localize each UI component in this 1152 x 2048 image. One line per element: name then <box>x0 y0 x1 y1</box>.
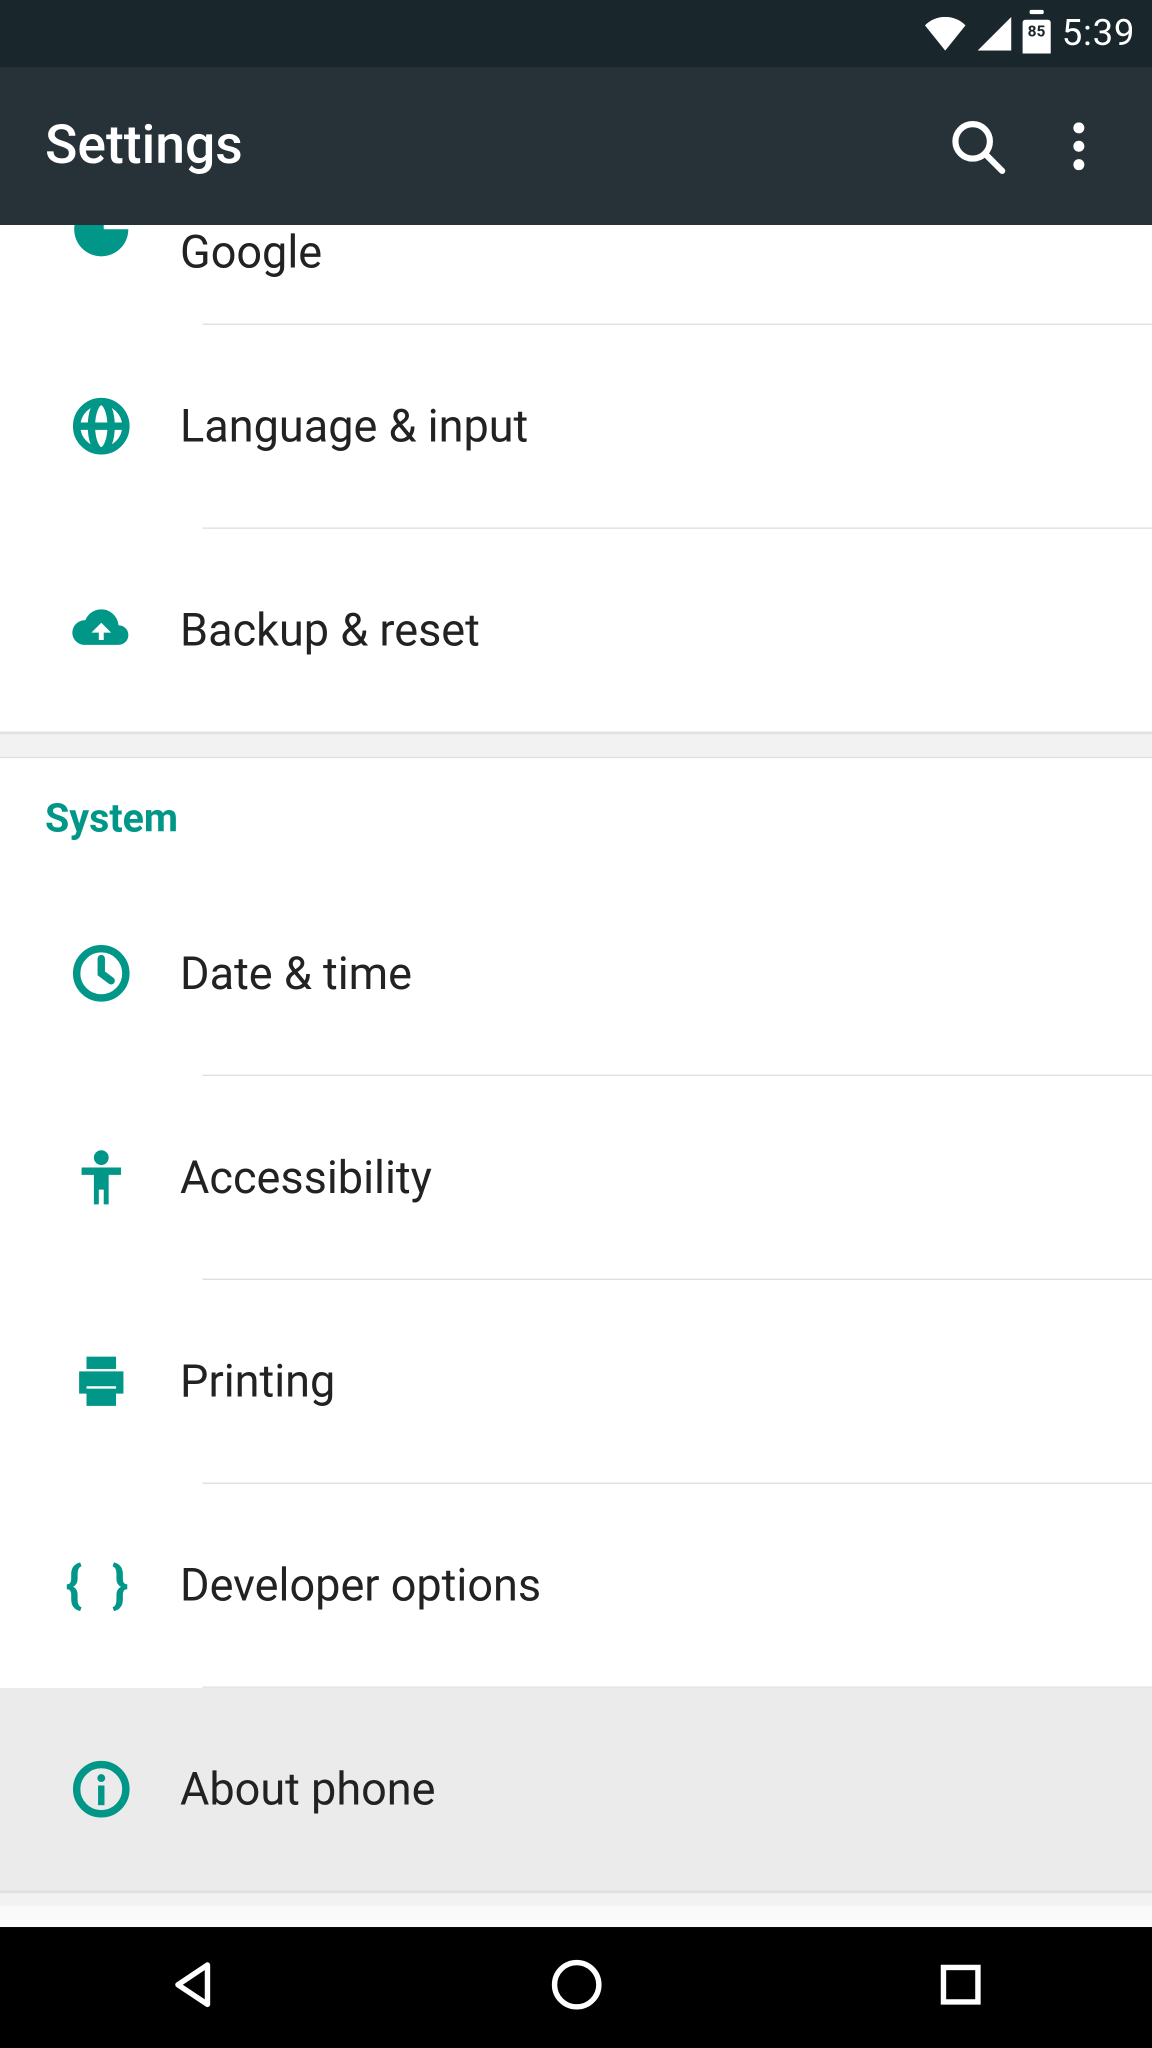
back-icon <box>162 1955 221 2014</box>
info-icon <box>72 1760 131 1819</box>
globe-icon <box>72 397 131 456</box>
row-label: Printing <box>180 1355 1152 1408</box>
status-bar: 85 5:39 <box>0 0 1152 68</box>
cellular-icon <box>977 17 1011 51</box>
home-icon <box>546 1955 605 2014</box>
row-label: Date & time <box>180 947 1152 1000</box>
row-label: Accessibility <box>180 1151 1152 1204</box>
battery-level: 85 <box>1022 23 1050 41</box>
row-backup-reset[interactable]: Backup & reset <box>0 529 1152 732</box>
row-developer-options[interactable]: { } Developer options <box>0 1484 1152 1687</box>
nav-recent[interactable] <box>930 1955 989 2020</box>
row-accessibility[interactable]: Accessibility <box>0 1076 1152 1279</box>
row-label: Language & input <box>180 399 1152 452</box>
row-date-time[interactable]: Date & time <box>0 872 1152 1075</box>
row-label: About phone <box>180 1762 1152 1815</box>
row-label: Developer options <box>180 1559 1152 1612</box>
phone-screen: 85 5:39 Settings Google <box>0 0 1152 2048</box>
clock-icon <box>72 944 131 1003</box>
recent-icon <box>930 1955 989 2014</box>
section-personal: Google Language & input Backup & reset <box>0 225 1152 733</box>
nav-back[interactable] <box>162 1955 221 2020</box>
page-title: Settings <box>23 115 927 177</box>
row-label: Backup & reset <box>180 603 1152 656</box>
wifi-icon <box>924 17 966 51</box>
row-label: Google <box>180 225 1152 278</box>
cloud-upload-icon <box>72 601 131 660</box>
settings-list[interactable]: Google Language & input Backup & reset S… <box>0 225 1152 1927</box>
search-button[interactable] <box>927 96 1028 197</box>
search-icon <box>948 117 1007 176</box>
row-about-phone[interactable]: About phone <box>0 1688 1152 1891</box>
accessibility-icon <box>72 1148 131 1207</box>
row-google[interactable]: Google <box>0 225 1152 323</box>
section-header-system: System <box>0 758 1152 872</box>
row-language-input[interactable]: Language & input <box>0 325 1152 528</box>
google-icon <box>72 225 131 259</box>
section-system: System Date & time Accessibility Prin <box>0 758 1152 1892</box>
navigation-bar <box>0 1927 1152 2048</box>
overflow-button[interactable] <box>1028 96 1129 197</box>
battery-icon: 85 <box>1022 14 1050 53</box>
more-vert-icon <box>1073 122 1084 170</box>
braces-icon: { } <box>66 1556 137 1615</box>
clock: 5:39 <box>1062 13 1135 55</box>
row-printing[interactable]: Printing <box>0 1280 1152 1483</box>
printer-icon <box>72 1352 131 1411</box>
app-bar: Settings <box>0 68 1152 226</box>
nav-home[interactable] <box>546 1955 605 2020</box>
